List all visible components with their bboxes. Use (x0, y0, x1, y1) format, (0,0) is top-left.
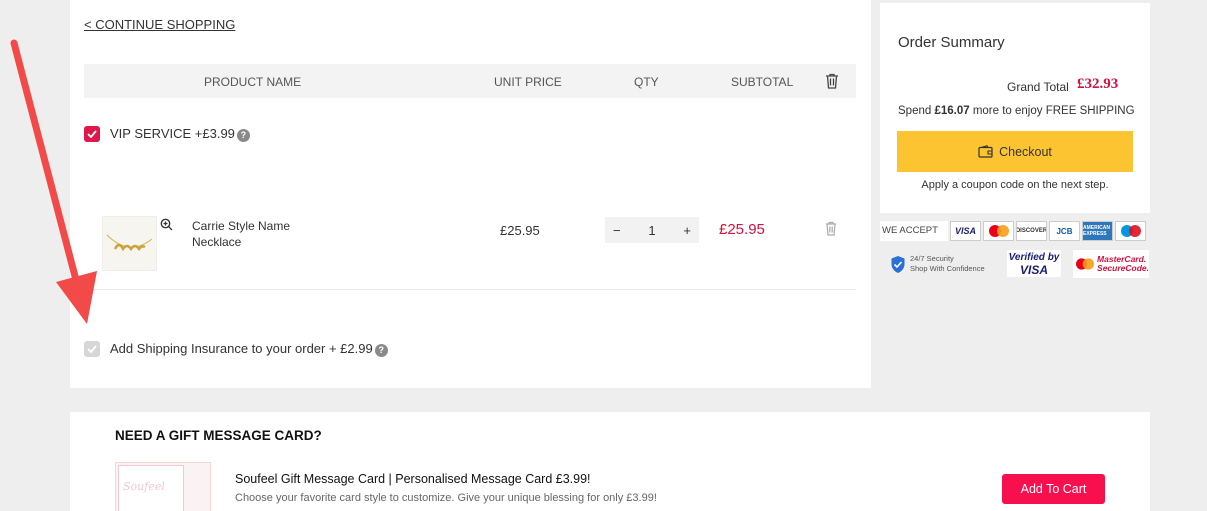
security-line-1: 24/7 Security (910, 254, 954, 263)
jcb-card-icon: JCB (1049, 221, 1080, 241)
visa-card-icon: VISA (950, 221, 981, 241)
gift-card-title: NEED A GIFT MESSAGE CARD? (115, 428, 322, 443)
column-unit-price: UNIT PRICE (494, 75, 562, 89)
security-line-2: Shop With Confidence (910, 264, 985, 273)
shipping-insurance-checkbox[interactable] (84, 341, 100, 357)
coupon-note: Apply a coupon code on the next step. (921, 179, 1109, 191)
continue-shopping-link[interactable]: < CONTINUE SHOPPING (84, 17, 235, 32)
free-shipping-note: Spend £16.07 more to enjoy FREE SHIPPING (898, 105, 1135, 117)
insurance-help-icon[interactable]: ? (374, 343, 388, 357)
gift-card-name[interactable]: Soufeel Gift Message Card | Personalised… (235, 472, 591, 486)
product-name[interactable]: Carrie Style Name Necklace (192, 218, 312, 250)
order-summary-panel: Order Summary Grand Total £32.93 Spend £… (880, 3, 1150, 213)
mastercard-icon (983, 221, 1014, 241)
gift-card-description: Choose your favorite card style to custo… (235, 492, 657, 504)
column-product-name: PRODUCT NAME (204, 75, 302, 89)
add-to-cart-button[interactable]: Add To Cart (1002, 474, 1105, 504)
zoom-icon[interactable] (160, 218, 173, 234)
maestro-card-icon (1115, 221, 1146, 241)
item-subtotal: £25.95 (719, 221, 765, 238)
grand-total-label: Grand Total (1007, 80, 1069, 94)
product-image[interactable] (102, 216, 157, 271)
order-summary-title: Order Summary (898, 34, 1005, 51)
column-subtotal: SUBTOTAL (731, 75, 794, 89)
mastercard-securecode-badge: MasterCard. SecureCode. (1073, 250, 1149, 278)
qty-increase-button[interactable]: + (683, 223, 691, 238)
quantity-stepper: − 1 + (605, 217, 699, 243)
checkout-label: Checkout (999, 144, 1052, 159)
cart-panel: < CONTINUE SHOPPING PRODUCT NAME UNIT PR… (70, 0, 871, 388)
discover-card-icon: DISCOVER (1016, 221, 1047, 241)
qty-decrease-button[interactable]: − (613, 223, 621, 238)
shipping-insurance-label: Add Shipping Insurance to your order + £… (110, 341, 388, 357)
remove-item-trash-icon[interactable] (825, 221, 837, 239)
unit-price: £25.95 (500, 223, 540, 238)
checkout-button[interactable]: Checkout (897, 131, 1133, 172)
clear-cart-trash-icon[interactable] (825, 73, 839, 92)
payment-methods: WE ACCEPT VISA DISCOVER JCB AMERICAN EXP… (880, 220, 1150, 242)
vip-service-label: VIP SERVICE +£3.99? (110, 126, 250, 142)
vip-help-icon[interactable]: ? (236, 128, 250, 142)
vip-service-checkbox[interactable] (84, 126, 100, 142)
gift-card-thumb-text: Soufeel (118, 465, 184, 511)
gift-card-image[interactable]: Soufeel (115, 462, 211, 511)
security-badge: 24/7 Security Shop With Confidence (890, 254, 985, 274)
vip-service-row: VIP SERVICE +£3.99? (84, 126, 250, 142)
shield-icon (891, 255, 905, 273)
qty-value[interactable]: 1 (648, 223, 655, 238)
gift-card-panel: NEED A GIFT MESSAGE CARD? Soufeel Soufee… (70, 412, 1150, 511)
wallet-icon (978, 145, 993, 158)
we-accept-label: WE ACCEPT (880, 221, 948, 241)
verified-by-visa-badge: Verified by VISA (1007, 250, 1061, 277)
cart-table-header: PRODUCT NAME UNIT PRICE QTY SUBTOTAL (84, 64, 856, 98)
grand-total-value: £32.93 (1077, 76, 1119, 92)
row-divider (84, 289, 856, 290)
amex-card-icon: AMERICAN EXPRESS (1082, 221, 1113, 241)
shipping-insurance-row: Add Shipping Insurance to your order + £… (84, 341, 388, 357)
trust-badges: 24/7 Security Shop With Confidence Verifi… (880, 250, 1150, 280)
mastercard-logo-icon (1076, 258, 1095, 270)
column-qty: QTY (634, 75, 659, 89)
